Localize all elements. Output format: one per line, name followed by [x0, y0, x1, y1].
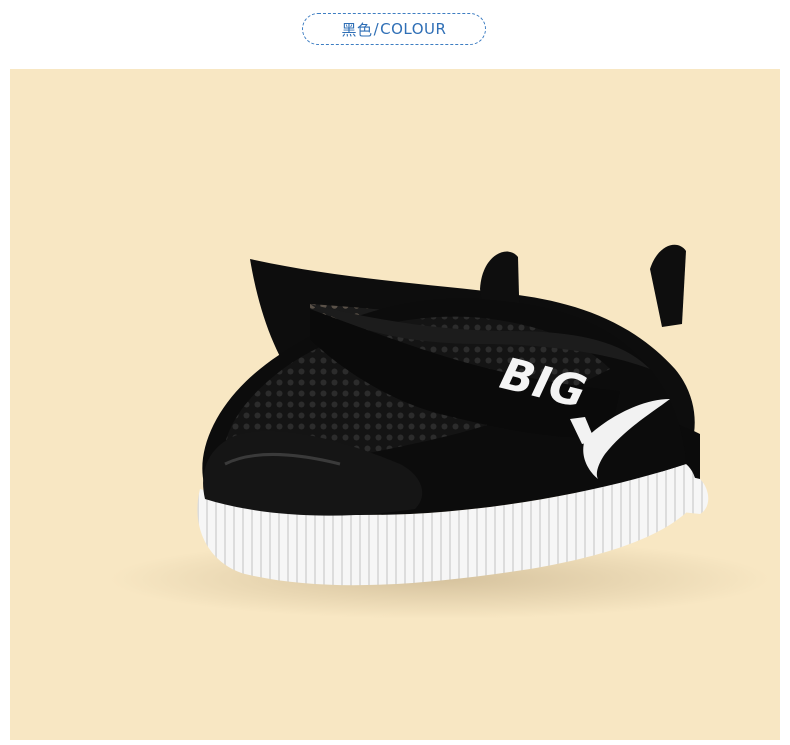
shoe-illustration: BIG	[110, 244, 770, 619]
colour-label-chinese: 黑色	[341, 20, 373, 39]
product-photo: BIG	[10, 69, 780, 740]
back-heel-tab	[650, 244, 686, 327]
colour-label-tag: 黑色 / COLOUR	[302, 13, 486, 45]
colour-label-separator: /	[373, 20, 380, 38]
colour-label-english: COLOUR	[380, 20, 447, 38]
